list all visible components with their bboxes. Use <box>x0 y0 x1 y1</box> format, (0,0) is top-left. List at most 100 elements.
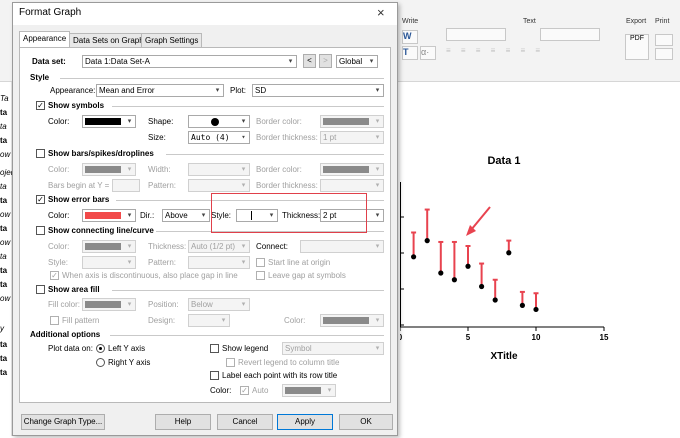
show-connecting-checkbox[interactable] <box>36 226 45 235</box>
design-combo[interactable]: ▾ <box>188 314 230 327</box>
ok-button[interactable]: OK <box>339 414 393 430</box>
width-combo[interactable]: ▾ <box>188 163 250 176</box>
bar-color-combo[interactable]: ▾ <box>82 163 136 176</box>
fill-color-combo[interactable]: ▾ <box>82 298 136 311</box>
nav-item[interactable]: ta <box>0 196 7 205</box>
connect-label: Connect: <box>256 242 289 251</box>
tab-appearance[interactable]: Appearance <box>19 31 71 47</box>
appearance-combo[interactable]: Mean and Error ▾ <box>96 84 224 97</box>
format-buttons-row[interactable]: ≡ ≡ ≡ ≡ ≡ ≡ ≡ <box>446 46 596 58</box>
bars-begin-input[interactable] <box>112 179 140 192</box>
line-style-combo[interactable]: ▾ <box>82 256 136 269</box>
bar-border-thickness-combo[interactable]: ▾ <box>320 179 384 192</box>
nav-item[interactable]: ta <box>0 368 7 377</box>
show-legend-checkbox[interactable] <box>210 344 219 353</box>
nav-item[interactable]: ow <box>0 294 10 303</box>
size-combo[interactable]: Auto (4) ▾ <box>188 131 250 144</box>
fill-color-label: Fill color: <box>48 300 81 309</box>
label-color-combo[interactable]: ▾ <box>282 384 336 397</box>
show-connecting-label: Show connecting line/curve <box>48 226 154 235</box>
design-label: Design: <box>148 316 176 325</box>
chevron-down-icon: ▾ <box>127 212 132 219</box>
next-dataset-button[interactable]: > <box>319 54 332 68</box>
fill-pattern-color-combo[interactable]: ▾ <box>320 314 384 327</box>
pattern-combo[interactable]: ▾ <box>188 179 250 192</box>
nav-item[interactable]: ta <box>0 182 7 191</box>
label-each-point-checkbox[interactable] <box>210 371 219 380</box>
nav-item[interactable]: y <box>0 324 4 333</box>
start-origin-checkbox[interactable] <box>256 258 265 267</box>
symbol-color-combo[interactable]: ▾ <box>82 115 136 128</box>
bar-border-color-combo[interactable]: ▾ <box>320 163 384 176</box>
nav-item[interactable]: ow <box>0 210 10 219</box>
shape-combo[interactable]: ▾ <box>188 115 250 128</box>
scope-combo[interactable]: Global ▾ <box>336 55 378 68</box>
tab-graph-settings[interactable]: Graph Settings <box>141 33 203 47</box>
border-color-combo[interactable]: ▾ <box>320 115 384 128</box>
apply-button[interactable]: Apply <box>277 414 333 430</box>
line-color-combo[interactable]: ▾ <box>82 240 136 253</box>
nav-item[interactable]: ta <box>0 252 7 261</box>
nav-item[interactable]: ta <box>0 224 7 233</box>
prev-dataset-button[interactable]: < <box>303 54 316 68</box>
border-thickness-combo[interactable]: 1 pt ▾ <box>320 131 384 144</box>
show-symbols-checkbox[interactable]: ✓ <box>36 101 45 110</box>
revert-legend-checkbox[interactable] <box>226 358 235 367</box>
font-combo[interactable] <box>446 28 506 41</box>
discontinuous-checkbox[interactable]: ✓ <box>50 271 59 280</box>
position-combo[interactable]: Below ▾ <box>188 298 250 311</box>
nav-item[interactable]: ta <box>0 354 7 363</box>
show-bars-checkbox[interactable] <box>36 149 45 158</box>
nav-item[interactable]: ow <box>0 150 10 159</box>
write-w-icon[interactable]: W <box>402 30 418 44</box>
right-y-axis-label: Right Y axis <box>108 358 151 367</box>
tab-data-sets-on-graph[interactable]: Data Sets on Graph <box>69 33 148 47</box>
change-graph-type-button[interactable]: Change Graph Type... <box>21 414 105 430</box>
data-point <box>519 302 525 308</box>
show-area-fill-checkbox[interactable] <box>36 285 45 294</box>
data-point <box>465 263 471 269</box>
auto-color-checkbox[interactable]: ✓ <box>240 386 249 395</box>
show-error-bars-label: Show error bars <box>48 195 110 204</box>
export-pdf-icon[interactable]: PDF <box>625 34 649 60</box>
size-value: Auto (4) <box>191 133 230 142</box>
nav-item[interactable]: ta <box>0 340 7 349</box>
print-settings-icon[interactable] <box>655 48 673 60</box>
chevron-down-icon: ▾ <box>375 212 380 219</box>
data-point <box>492 297 498 303</box>
text-t-icon[interactable]: T <box>402 46 418 60</box>
show-error-bars-checkbox[interactable]: ✓ <box>36 195 45 204</box>
legend-combo[interactable]: Symbol ▾ <box>282 342 384 355</box>
x-axis-label: XTitle <box>490 351 517 362</box>
line-thickness-combo[interactable]: Auto (1/2 pt) ▾ <box>188 240 250 253</box>
text-alpha-icon[interactable]: α· <box>420 46 436 60</box>
dir-label: Dir.: <box>140 211 155 220</box>
right-y-axis-radio[interactable] <box>96 358 105 367</box>
fill-pattern-checkbox[interactable] <box>50 316 59 325</box>
cancel-button[interactable]: Cancel <box>217 414 273 430</box>
close-icon[interactable]: × <box>377 5 385 20</box>
data-point <box>506 250 512 256</box>
nav-item[interactable]: Ta <box>0 94 9 103</box>
nav-item[interactable]: ta <box>0 108 7 117</box>
size-combo[interactable] <box>540 28 600 41</box>
nav-item[interactable]: ta <box>0 122 7 131</box>
left-y-axis-radio[interactable] <box>96 344 105 353</box>
help-button[interactable]: Help <box>155 414 211 430</box>
print-icon[interactable] <box>655 34 673 46</box>
leave-gap-checkbox[interactable] <box>256 271 265 280</box>
pattern-label: Pattern: <box>148 181 177 190</box>
plot-label: Plot: <box>230 86 247 95</box>
start-origin-label: Start line at origin <box>268 258 331 267</box>
nav-item[interactable]: ta <box>0 266 7 275</box>
error-color-combo[interactable]: ▾ <box>82 209 136 222</box>
connect-combo[interactable]: ▾ <box>300 240 384 253</box>
nav-item[interactable]: ta <box>0 280 7 289</box>
dir-combo[interactable]: Above ▾ <box>162 209 210 222</box>
dataset-combo[interactable]: Data 1:Data Set-A ▾ <box>82 55 297 68</box>
nav-item[interactable]: ow <box>0 238 10 247</box>
line-pattern-combo[interactable]: ▾ <box>188 256 250 269</box>
line-pattern-label: Pattern: <box>148 258 177 267</box>
plot-combo[interactable]: SD ▾ <box>252 84 384 97</box>
nav-item[interactable]: ta <box>0 136 7 145</box>
